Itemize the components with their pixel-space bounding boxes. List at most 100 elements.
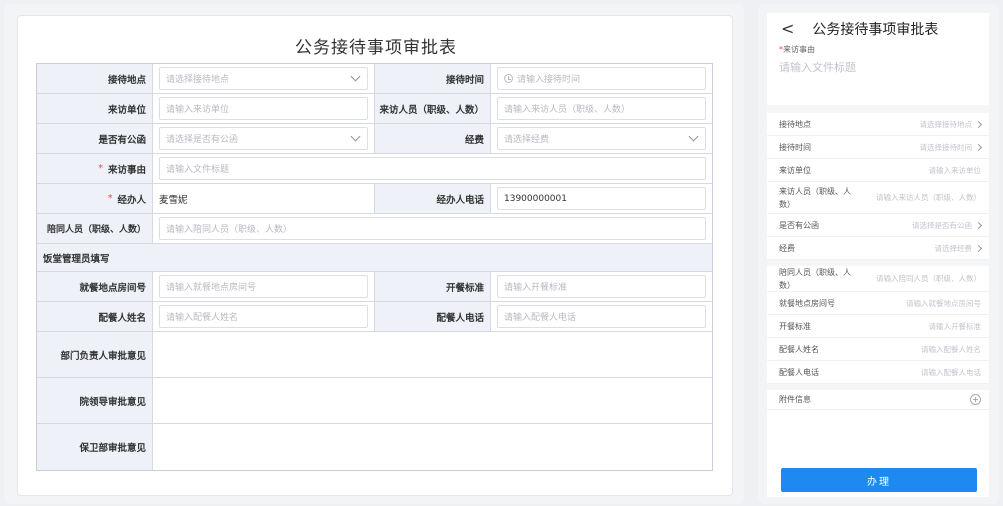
mobile-field-row[interactable]: 来访人员（职级、人数） 请输入来访人员（职级、人数） (767, 182, 989, 214)
dining-room-input[interactable]: 请输入就餐地点房间号 (159, 275, 368, 298)
field-cell: 请输入开餐标准 (491, 272, 712, 301)
placeholder: 请输入就餐地点房间号 (166, 283, 257, 293)
reason-label: *来访事由 (767, 44, 989, 55)
mobile-field-row[interactable]: 接待地点 请选择接待地点 (767, 113, 989, 136)
submit-button[interactable]: 办理 (781, 468, 977, 492)
mobile-field-label: 接待时间 (779, 142, 811, 152)
field-cell: 13900000001 (491, 184, 712, 213)
mobile-field-value: 请选择是否有公函 (912, 220, 983, 231)
field-cell: 请输入来访人员（职级、人数） (491, 94, 712, 123)
mobile-field-label: 是否有公函 (779, 220, 819, 230)
companions-input[interactable]: 请输入陪同人员（职级、人数） (159, 217, 706, 240)
mobile-field-row[interactable]: 是否有公函 请选择是否有公函 (767, 214, 989, 237)
mobile-field-label: 来访单位 (779, 165, 811, 175)
mobile-field-row[interactable]: 来访单位 请输入来访单位 (767, 159, 989, 182)
security-opinion-area[interactable] (153, 424, 712, 470)
mobile-field-row[interactable]: 就餐地点房间号 请输入就餐地点房间号 (767, 292, 989, 315)
reason-textarea[interactable]: 请输入文件标题 (767, 55, 989, 105)
meal-standard-input[interactable]: 请输入开餐标准 (497, 275, 706, 298)
visit-reason-input[interactable]: 请输入文件标题 (159, 157, 706, 180)
mobile-field-row[interactable]: 陪同人员（职级、人数） 请输入陪同人员（职级、人数） (767, 260, 989, 292)
mobile-field-row[interactable]: 开餐标准 请输入开餐标准 (767, 315, 989, 338)
field-label: 接待地点 (37, 64, 153, 93)
field-label: 部门负责人审批意见 (37, 332, 153, 377)
mobile-field-row[interactable]: 经费 请选择经费 (767, 237, 989, 260)
mobile-field-label: 附件信息 (779, 395, 811, 404)
form-row: 陪同人员（职级、人数） 请输入陪同人员（职级、人数） (37, 214, 712, 244)
field-label: 保卫部审批意见 (37, 424, 153, 470)
mobile-field-label: 配餐人姓名 (779, 344, 819, 354)
mobile-field-value: 请输入来访人员（职级、人数） (876, 192, 981, 203)
desktop-panel: 公务接待事项审批表 接待地点 请选择接待地点 接待时间 请输入接待时间 来访单位… (4, 4, 744, 504)
form-row: * 经办人 麦雪妮 经办人电话 13900000001 (37, 184, 712, 214)
placeholder: 请输入开餐标准 (504, 283, 568, 293)
handler-phone-input[interactable]: 13900000001 (497, 187, 706, 210)
field-cell: 请输入文件标题 (153, 154, 712, 183)
form-row: 就餐地点房间号 请输入就餐地点房间号 开餐标准 请输入开餐标准 (37, 272, 712, 302)
funds-select[interactable]: 请选择经费 (497, 127, 706, 150)
form-row: 保卫部审批意见 (37, 424, 712, 470)
field-label: 来访单位 (37, 94, 153, 123)
placeholder: 请输入来访单位 (166, 105, 230, 115)
placeholder: 请输入配餐人电话 (921, 367, 981, 377)
mobile-panel: < 公务接待事项审批表 *来访事由 请输入文件标题 接待地点 请选择接待地点 接待时… (758, 4, 999, 504)
label-text: 来访事由 (107, 164, 146, 176)
placeholder: 请输入配餐人姓名 (166, 313, 239, 323)
dept-opinion-area[interactable] (153, 332, 712, 377)
placeholder: 请选择经费 (934, 243, 973, 253)
field-label: 陪同人员（职级、人数） (37, 214, 153, 243)
reception-place-select[interactable]: 请选择接待地点 (159, 67, 368, 90)
form-row: 来访单位 请输入来访单位 来访人员（职级、人数） 请输入来访人员（职级、人数） (37, 94, 712, 124)
field-label: 经办人电话 (375, 184, 491, 213)
chevron-down-icon (688, 131, 699, 142)
field-label: 是否有公函 (37, 124, 153, 153)
form-row: 配餐人姓名 请输入配餐人姓名 配餐人电话 请输入配餐人电话 (37, 302, 712, 332)
mobile-field-label: 来访人员（职级、人数） (779, 186, 851, 209)
form-row: 是否有公函 请选择是否有公函 经费 请选择经费 (37, 124, 712, 154)
visitors-input[interactable]: 请输入来访人员（职级、人数） (497, 97, 706, 120)
meal-phone-input[interactable]: 请输入配餐人电话 (497, 305, 706, 328)
mobile-field-list: 接待地点 请选择接待地点接待时间 请选择接待时间来访单位 请输入来访单位来访人员（职级… (767, 113, 989, 410)
add-attachment-icon[interactable] (970, 394, 981, 405)
placeholder: 请输入配餐人电话 (504, 313, 577, 323)
field-cell: 请输入来访单位 (153, 94, 375, 123)
mobile-field-value: 请输入配餐人姓名 (921, 344, 981, 355)
visitor-unit-input[interactable]: 请输入来访单位 (159, 97, 368, 120)
mobile-field-row[interactable]: 接待时间 请选择接待时间 (767, 136, 989, 159)
leader-opinion-area[interactable] (153, 378, 712, 423)
mobile-field-row[interactable]: 附件信息 (767, 384, 989, 410)
placeholder: 请输入开餐标准 (928, 321, 982, 331)
placeholder: 请输入来访单位 (928, 165, 982, 175)
field-cell: 请输入陪同人员（职级、人数） (153, 214, 712, 243)
placeholder: 请选择接待时间 (919, 142, 973, 152)
mobile-header: < 公务接待事项审批表 (767, 13, 989, 44)
page-title: 公务接待事项审批表 (295, 38, 457, 58)
mobile-field-label: 经费 (779, 243, 795, 253)
form-row: * 来访事由 请输入文件标题 (37, 154, 712, 184)
chevron-right-icon (974, 244, 983, 252)
mobile-field-label: 就餐地点房间号 (779, 298, 835, 308)
mobile-field-label: 陪同人员（职级、人数） (779, 267, 851, 290)
placeholder: 请选择经费 (504, 135, 550, 145)
placeholder: 请输入陪同人员（职级、人数） (876, 274, 981, 283)
mobile-field-row[interactable]: 配餐人姓名 请输入配餐人姓名 (767, 338, 989, 361)
placeholder: 请输入文件标题 (166, 165, 230, 175)
mobile-field-label: 接待地点 (779, 119, 811, 129)
desktop-form-card: 公务接待事项审批表 接待地点 请选择接待地点 接待时间 请输入接待时间 来访单位… (17, 15, 733, 496)
field-label: 接待时间 (375, 64, 491, 93)
chevron-right-icon (974, 221, 983, 229)
mobile-field-row[interactable]: 配餐人电话 请输入配餐人电话 (767, 361, 989, 384)
back-icon[interactable]: < (781, 19, 794, 38)
clock-icon (504, 74, 513, 83)
field-cell: 请输入接待时间 (491, 64, 712, 93)
mobile-field-value (970, 394, 981, 405)
field-cell: 请输入配餐人电话 (491, 302, 712, 331)
required-mark: * (98, 163, 103, 174)
field-cell: 请选择接待地点 (153, 64, 375, 93)
mobile-field-value: 请输入陪同人员（职级、人数） (876, 273, 981, 284)
meal-person-input[interactable]: 请输入配餐人姓名 (159, 305, 368, 328)
reception-time-input[interactable]: 请输入接待时间 (497, 67, 706, 90)
field-label: 配餐人姓名 (37, 302, 153, 331)
has-letter-select[interactable]: 请选择是否有公函 (159, 127, 368, 150)
mobile-field-value: 请输入就餐地点房间号 (906, 298, 981, 309)
